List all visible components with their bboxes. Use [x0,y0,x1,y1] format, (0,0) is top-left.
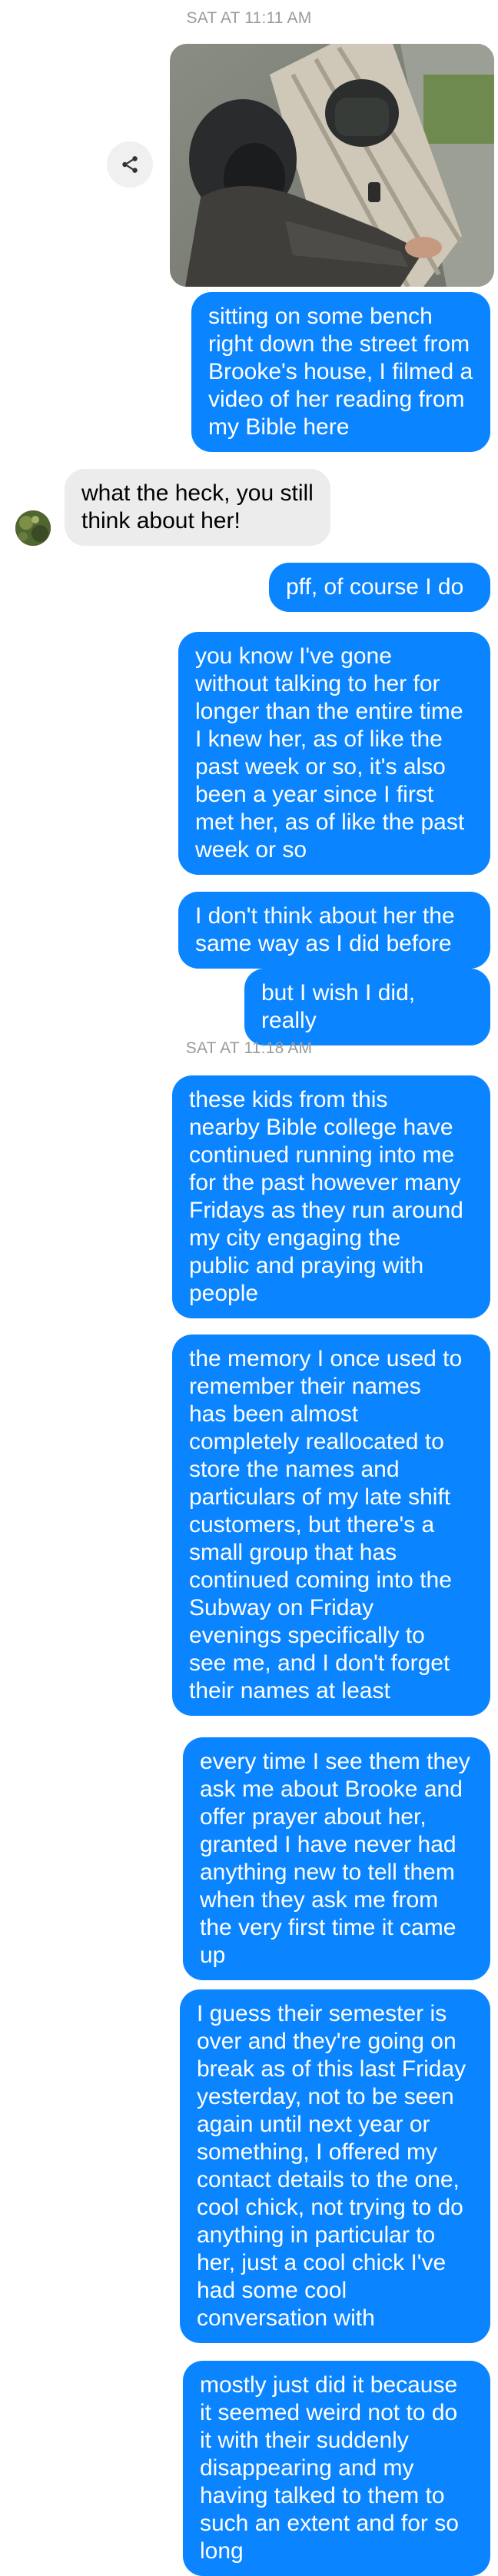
message-bubble-outgoing[interactable]: every time I see them they ask me about … [183,1737,490,1980]
shared-photo[interactable] [170,44,494,287]
message-bubble-outgoing[interactable]: I don't think about her the same way as … [178,892,490,969]
share-button[interactable] [107,141,153,188]
message-bubble-outgoing[interactable]: these kids from this nearby Bible colleg… [172,1075,490,1318]
message-bubble-outgoing[interactable]: pff, of course I do [269,563,490,612]
message-bubble-outgoing[interactable]: you know I've gone without talking to he… [178,632,490,875]
share-icon [122,156,138,173]
message-bubble-outgoing[interactable]: I guess their semester is over and they'… [180,1989,490,2343]
message-thread: SAT AT 11:11 AM sitting on some bench ri… [0,0,498,2576]
message-bubble-outgoing[interactable]: the memory I once used to remember their… [172,1335,490,1716]
message-bubble-outgoing[interactable]: mostly just did it because it seemed wei… [183,2361,490,2576]
contact-avatar [15,510,51,546]
message-bubble-incoming[interactable]: what the heck, you still think about her… [65,469,330,546]
message-bubble-outgoing[interactable]: sitting on some bench right down the str… [191,292,490,452]
message-bubble-outgoing[interactable]: but I wish I did, really [244,969,490,1045]
timestamp: SAT AT 11:11 AM [186,9,312,27]
timestamp: SAT AT 11:18 AM [185,1039,313,1057]
avatar[interactable] [15,510,51,546]
photo-of-person-on-bench [170,44,494,287]
